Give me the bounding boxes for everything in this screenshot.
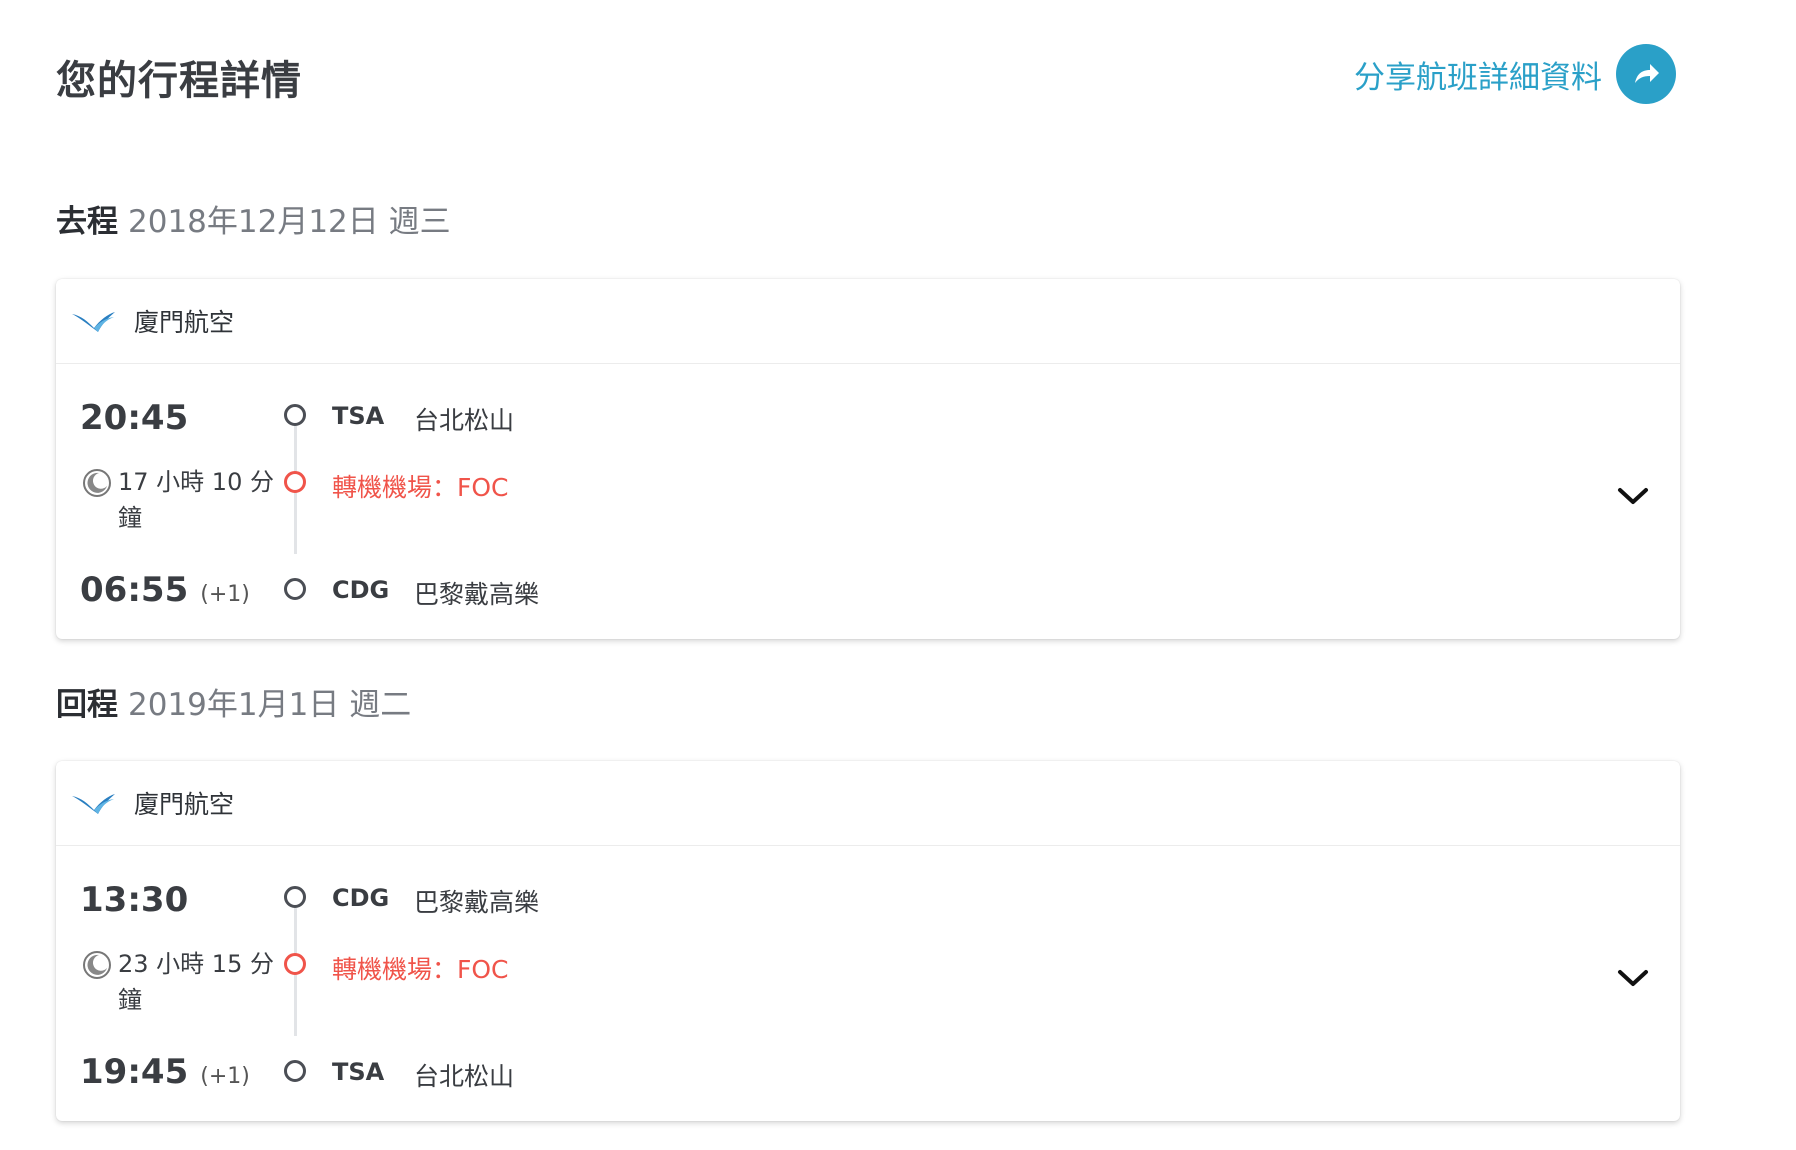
airline-name: 廈門航空 [134,790,235,819]
airline-logo-icon [72,794,115,814]
departure-dot [284,404,306,426]
departure-time: 20:45 [80,398,188,438]
card-header: 廈門航空 [56,279,1680,364]
day-offset: (+1) [200,582,250,607]
departure-time-value: 20:45 [80,398,189,438]
inbound-date: 2019年1月1日 週二 [128,687,412,723]
arrival-dot [284,578,306,600]
departure-dot [284,886,306,908]
day-offset: (+1) [200,1064,250,1089]
transfer-dot [284,471,306,493]
duration-text: 17 小時 10 分鐘 [118,468,274,532]
inbound-flight-card[interactable]: 廈門航空 13:30 23 小時 15 分鐘 19:45 (+1) CDG 巴黎戴… [56,761,1680,1121]
share-flight-details[interactable]: 分享航班詳細資料 [1354,44,1676,104]
transfer-airport: 轉機機場：FOC [332,955,509,984]
arrival-time-value: 19:45 [80,1052,189,1092]
arrival-airport-code: CDG [332,576,390,604]
moon-clock-icon [83,469,111,497]
airline-logo-icon [72,312,115,332]
flight-duration: 23 小時 15 分鐘 [82,946,282,1018]
outbound-date: 2018年12月12日 週三 [128,204,451,240]
outbound-header: 去程 2018年12月12日 週三 [56,196,451,241]
arrival-dot [284,1060,306,1082]
duration-text: 23 小時 15 分鐘 [118,950,274,1014]
transfer-airport: 轉機機場：FOC [332,473,509,502]
moon-clock-icon [83,951,111,979]
chevron-down-icon[interactable] [1616,966,1650,990]
arrival-airport-code: TSA [332,1058,385,1086]
outbound-flight-card[interactable]: 廈門航空 20:45 17 小時 10 分鐘 06:55 (+1) TSA 台北松… [56,279,1680,639]
arrival-time: 19:45 (+1) [80,1052,250,1092]
outbound-kind: 去程 [56,204,118,240]
transfer-dot [284,953,306,975]
arrival-city: 巴黎戴高樂 [414,580,540,609]
share-label[interactable]: 分享航班詳細資料 [1354,52,1602,97]
arrival-time-value: 06:55 [80,570,189,610]
departure-airport-code: TSA [332,402,385,430]
flight-duration: 17 小時 10 分鐘 [82,464,282,536]
arrival-city: 台北松山 [414,1062,515,1091]
departure-city: 台北松山 [414,406,515,435]
departure-time-value: 13:30 [80,880,189,920]
page-title: 您的行程詳情 [56,58,302,104]
departure-airport-code: CDG [332,884,390,912]
share-arrow-icon [1635,64,1659,83]
airline-name: 廈門航空 [134,308,235,337]
flight-itinerary: 13:30 23 小時 15 分鐘 19:45 (+1) CDG 巴黎戴高樂 轉機… [56,846,1680,1121]
inbound-header: 回程 2019年1月1日 週二 [56,679,411,724]
inbound-kind: 回程 [56,687,118,723]
arrival-time: 06:55 (+1) [80,570,250,610]
card-header: 廈門航空 [56,761,1680,846]
chevron-down-icon[interactable] [1616,484,1650,508]
departure-time: 13:30 [80,880,188,920]
flight-itinerary: 20:45 17 小時 10 分鐘 06:55 (+1) TSA 台北松山 轉機機… [56,364,1680,639]
departure-city: 巴黎戴高樂 [414,888,540,917]
share-button[interactable] [1616,44,1676,104]
